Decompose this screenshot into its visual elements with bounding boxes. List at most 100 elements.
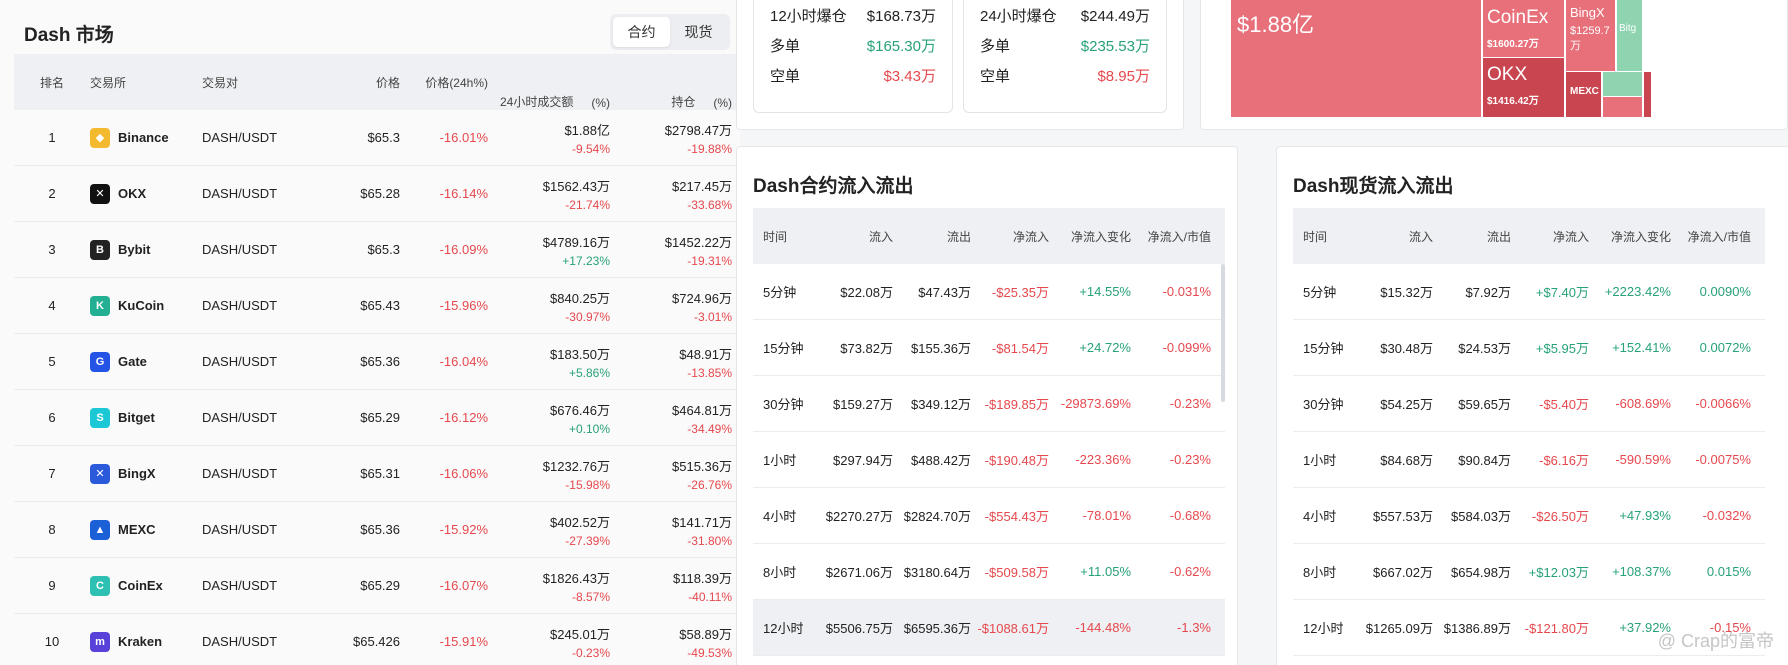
exchange-name: KuCoin [118, 298, 165, 313]
price: $65.36 [360, 354, 400, 369]
table-row[interactable]: 6 S Bitget DASH/USDT $65.29 -16.12% $676.46万 +0… [14, 390, 740, 446]
exchange-cell[interactable]: ✕ OKX [90, 166, 200, 221]
table-row[interactable]: 4小时 $2270.27万 $2824.70万 -$554.43万 -78.01% -0.… [753, 488, 1225, 544]
tab-spot[interactable]: 现货 [670, 17, 727, 47]
price-change: -16.09% [439, 242, 488, 257]
volume-pct: +5.86% [568, 365, 610, 380]
header-net-mc: 净流入/市值 [1687, 229, 1751, 244]
net-market-cap: 0.0090% [1699, 284, 1751, 299]
header-pair[interactable]: 交易对 [202, 54, 312, 110]
header-price[interactable]: 价格 [314, 54, 400, 110]
treemap-bingx[interactable]: BingX $1259.7万 [1565, 0, 1615, 71]
treemap-bingx-name: BingX [1570, 5, 1605, 20]
exchange-cell[interactable]: K KuCoin [90, 278, 200, 333]
table-row[interactable]: 15分钟 $30.48万 $24.53万 +$5.95万 +152.41% 0.0072% [1293, 320, 1765, 376]
open-interest: $141.71万 [672, 514, 732, 530]
table-row[interactable]: 1小时 $84.68万 $90.84万 -$6.16万 -590.59% -0.0075% [1293, 432, 1765, 488]
header-oi[interactable]: 持仓 (%) [614, 54, 732, 110]
treemap-coinex[interactable]: CoinEx $1600.27万 [1482, 0, 1564, 57]
oi-cell: $724.96万 -3.01% [614, 278, 732, 333]
header-exchange[interactable]: 交易所 [90, 54, 200, 110]
oi-pct: -34.49% [687, 421, 732, 436]
time: 5分钟 [763, 285, 797, 300]
table-row[interactable]: 5分钟 $15.32万 $7.92万 +$7.40万 +2223.42% 0.0090% [1293, 264, 1765, 320]
table-row[interactable]: 5分钟 $22.08万 $47.43万 -$25.35万 +14.55% -0.031% [753, 264, 1225, 320]
table-row[interactable]: 7 ✕ BingX DASH/USDT $65.31 -16.06% $1232.76万 -1… [14, 446, 740, 502]
exchange-cell[interactable]: B Bybit [90, 222, 200, 277]
treemap-bitget[interactable]: Bitg [1616, 0, 1642, 71]
price: $65.426 [353, 634, 400, 649]
open-interest: $58.89万 [679, 626, 732, 642]
table-row[interactable]: 5 G Gate DASH/USDT $65.36 -16.04% $183.50万 +5.8… [14, 334, 740, 390]
exchange-name: CoinEx [118, 578, 163, 593]
header-change[interactable]: 价格(24h%) [402, 54, 488, 110]
net-inflow: -$189.85万 [984, 397, 1049, 412]
spot-flow-title: Dash现货流入流出 [1293, 176, 1454, 197]
price-change: -16.07% [439, 578, 488, 593]
volume-cell: $1232.76万 -15.98% [492, 446, 610, 501]
header-outflow: 流出 [946, 229, 971, 244]
exchange-cell[interactable]: G Gate [90, 334, 200, 389]
pair: DASH/USDT [202, 410, 278, 425]
table-row[interactable]: 10 m Kraken DASH/USDT $65.426 -15.91% $245.01万… [14, 614, 740, 665]
treemap-okx[interactable]: OKX $1416.42万 [1482, 58, 1564, 117]
volume-cell: $1.88亿 -9.54% [492, 110, 610, 165]
net-market-cap: 0.015% [1706, 564, 1751, 579]
rank: 6 [48, 410, 56, 425]
exchange-cell[interactable]: C CoinEx [90, 558, 200, 613]
liquidation-line: 多单 $235.53万 [980, 28, 1150, 62]
liquidation-line: 多单 $165.30万 [770, 28, 936, 62]
treemap-small-2[interactable] [1602, 97, 1642, 117]
table-row[interactable]: 1小时 $297.94万 $488.42万 -$190.48万 -223.36% -0.2… [753, 432, 1225, 488]
treemap-mexc[interactable]: MEXC [1565, 72, 1601, 117]
outflow: $90.84万 [1458, 453, 1511, 468]
header-volume[interactable]: 24小时成交额 (%) [492, 54, 610, 110]
treemap-binance[interactable]: $1.88亿 [1231, 0, 1481, 117]
exchange-cell[interactable]: S Bitget [90, 390, 200, 445]
header-net: 净流入 [1552, 229, 1589, 244]
table-row[interactable]: 3 B Bybit DASH/USDT $65.3 -16.09% $4789.16万 +17… [14, 222, 740, 278]
rank: 4 [48, 298, 56, 313]
volume-pct: -27.39% [565, 533, 610, 548]
table-row[interactable]: 1 ◆ Binance DASH/USDT $65.3 -16.01% $1.88亿 -9.5… [14, 110, 740, 166]
exchange-cell[interactable]: ✕ BingX [90, 446, 200, 501]
treemap-bingx-value: $1259.7万 [1570, 25, 1610, 52]
header-rank[interactable]: 排名 [32, 54, 72, 110]
table-row[interactable]: 8小时 $2671.06万 $3180.64万 -$509.58万 +11.05% -0.… [753, 544, 1225, 600]
table-row[interactable]: 8小时 $667.02万 $654.98万 +$12.03万 +108.37% 0.015… [1293, 544, 1765, 600]
time: 12小时 [1303, 621, 1344, 636]
table-row[interactable]: 4小时 $557.53万 $584.03万 -$26.50万 +47.93% -0.032… [1293, 488, 1765, 544]
oi-cell: $515.36万 -26.76% [614, 446, 732, 501]
pair: DASH/USDT [202, 466, 278, 481]
liquidation-label: 多单 [770, 37, 801, 55]
inflow: $2671.06万 [825, 565, 893, 580]
oi-pct: -26.76% [687, 477, 732, 492]
treemap-small-3[interactable] [1643, 72, 1651, 117]
table-row[interactable]: 12小时 $5506.75万 $6595.36万 -$1088.61万 -144.48%… [753, 600, 1225, 656]
rank: 8 [48, 522, 56, 537]
table-row[interactable]: 9 C CoinEx DASH/USDT $65.29 -16.07% $1826.43万 -… [14, 558, 740, 614]
pair: DASH/USDT [202, 242, 278, 257]
table-row[interactable]: 30分钟 $159.27万 $349.12万 -$189.85万 -29873.69% -… [753, 376, 1225, 432]
exchange-cell[interactable]: ▲ MEXC [90, 502, 200, 557]
table-row[interactable]: 4 K KuCoin DASH/USDT $65.43 -15.96% $840.25万 -3… [14, 278, 740, 334]
time: 15分钟 [1303, 341, 1344, 356]
table-row[interactable]: 15分钟 $73.82万 $155.36万 -$81.54万 +24.72% -0.099… [753, 320, 1225, 376]
table-row[interactable]: 30分钟 $54.25万 $59.65万 -$5.40万 -608.69% -0.0066… [1293, 376, 1765, 432]
header-net-change: 净流入变化 [1070, 229, 1131, 244]
pair: DASH/USDT [202, 578, 278, 593]
tab-futures[interactable]: 合约 [613, 17, 670, 47]
open-interest: $48.91万 [679, 346, 732, 362]
net-market-cap: -0.031% [1162, 284, 1211, 299]
rank: 9 [48, 578, 56, 593]
treemap-small-1[interactable] [1602, 72, 1642, 96]
net-market-cap: -0.68% [1169, 508, 1211, 523]
table-row[interactable]: 2 ✕ OKX DASH/USDT $65.28 -16.14% $1562.43万 -21.… [14, 166, 740, 222]
table-row[interactable]: 8 ▲ MEXC DASH/USDT $65.36 -15.92% $402.52万 -27.… [14, 502, 740, 558]
exchange-cell[interactable]: ◆ Binance [90, 110, 200, 165]
exchange-name: Kraken [118, 634, 163, 649]
price-change: -16.04% [439, 354, 488, 369]
futures-flow-scrollbar[interactable] [1221, 264, 1225, 402]
exchange-cell[interactable]: m Kraken [90, 614, 200, 665]
volume-pct: -21.74% [565, 197, 610, 212]
